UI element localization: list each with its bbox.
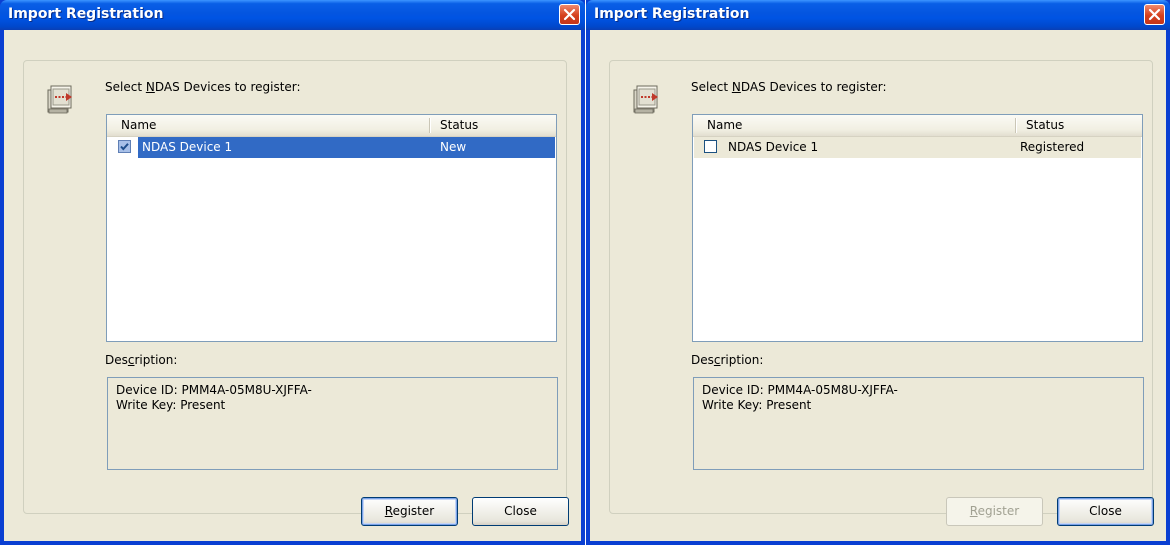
column-header-name[interactable]: Name (707, 118, 742, 132)
select-devices-label: Select NDAS Devices to register: (105, 80, 301, 94)
import-device-icon (47, 85, 72, 114)
device-id-line: Device ID: PMM4A-05M8U-XJFFA- (116, 383, 312, 397)
list-item[interactable]: NDAS Device 1 New (108, 137, 555, 158)
window-close-button[interactable] (1144, 4, 1165, 25)
device-name: NDAS Device 1 (728, 140, 819, 154)
device-status: Registered (1020, 140, 1085, 154)
import-registration-dialog-2: Import Registration Select NDAS Devices … (586, 0, 1170, 545)
dialog-client-area: Select NDAS Devices to register: Name St… (590, 30, 1166, 541)
import-device-icon (633, 85, 658, 114)
write-key-line: Write Key: Present (702, 398, 812, 412)
close-button[interactable]: Close (1057, 497, 1154, 526)
device-status: New (440, 140, 467, 154)
list-item[interactable]: NDAS Device 1 Registered (694, 137, 1141, 158)
device-name: NDAS Device 1 (142, 140, 233, 154)
description-label: Description: (691, 353, 764, 367)
column-header-name[interactable]: Name (121, 118, 156, 132)
device-checkbox[interactable] (704, 140, 717, 153)
window-title: Import Registration (594, 6, 750, 22)
device-list[interactable]: Name Status NDAS Device 1 Registered (692, 114, 1143, 342)
device-list[interactable]: Name Status NDAS Device 1 New (106, 114, 557, 342)
register-button[interactable]: Register (361, 497, 458, 526)
dialog-client-area: Select NDAS Devices to register: Name St… (4, 30, 581, 541)
write-key-line: Write Key: Present (116, 398, 226, 412)
import-registration-dialog-1: Import Registration Select NDAS Devices … (0, 0, 585, 545)
checkmark-icon (120, 143, 129, 151)
device-checkbox[interactable] (118, 140, 131, 153)
title-bar[interactable]: Import Registration (586, 0, 1170, 30)
window-title: Import Registration (8, 6, 164, 22)
close-icon (1148, 8, 1161, 21)
select-devices-label: Select NDAS Devices to register: (691, 80, 887, 94)
close-icon (563, 8, 576, 21)
list-header: Name Status (107, 115, 556, 137)
description-label: Description: (105, 353, 178, 367)
column-header-status[interactable]: Status (440, 118, 478, 132)
list-header: Name Status (693, 115, 1142, 137)
column-header-status[interactable]: Status (1026, 118, 1064, 132)
device-id-line: Device ID: PMM4A-05M8U-XJFFA- (702, 383, 898, 397)
column-divider[interactable] (1015, 118, 1016, 133)
title-bar[interactable]: Import Registration (0, 0, 585, 30)
description-box: Device ID: PMM4A-05M8U-XJFFA- Write Key:… (107, 377, 558, 470)
register-button[interactable]: Register (946, 497, 1043, 526)
window-close-button[interactable] (559, 4, 580, 25)
description-box: Device ID: PMM4A-05M8U-XJFFA- Write Key:… (693, 377, 1144, 470)
close-button[interactable]: Close (472, 497, 569, 526)
column-divider[interactable] (429, 118, 430, 133)
